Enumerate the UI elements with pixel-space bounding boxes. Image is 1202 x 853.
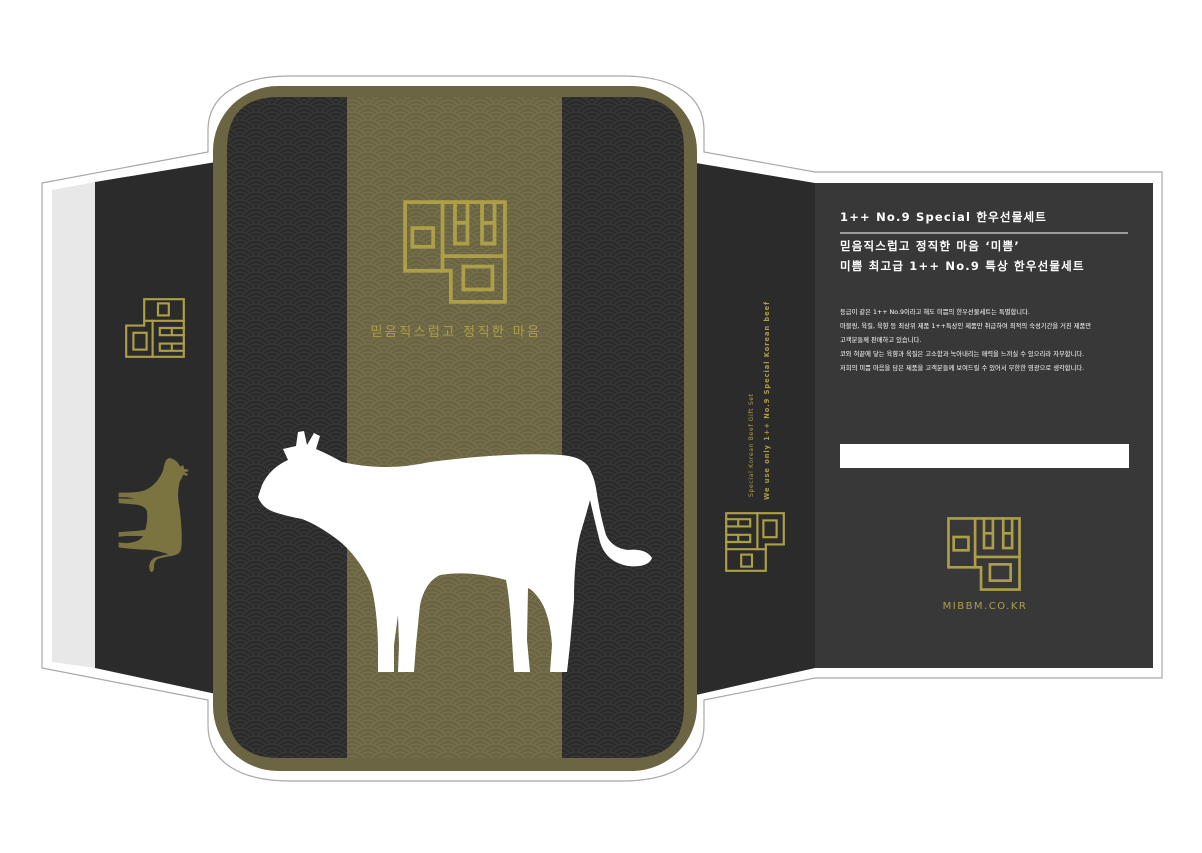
description-line: 고객분들께 판매하고 있습니다.	[840, 335, 921, 344]
side-caption-1: Special Korean Beef Gift Set	[748, 393, 755, 497]
side-caption-2: We use only 1++ No.9 Special Korean beef	[763, 301, 771, 500]
front-slogan: 믿음직스럽고 정직한 마음	[370, 325, 541, 340]
description-line: 저희의 미쁨 마음을 담은 제품을 고객분들께 보여드릴 수 있어서 무한한 영…	[840, 363, 1084, 372]
back-panel-background	[815, 183, 1153, 668]
left-side-flap	[52, 162, 216, 694]
description-line: 등급이 같은 1++ No.9이라고 해도 미쁨의 한우선물세트는 특별합니다.	[840, 307, 1030, 316]
left-side-panel	[95, 162, 216, 694]
front-left-band	[227, 97, 347, 758]
back-panel: 1++ No.9 Special 한우선물세트 믿음직스럽고 정직한 마음 ‘미…	[815, 183, 1153, 668]
back-title-line-2: 미쁨 최고급 1++ No.9 특상 한우선물세트	[840, 259, 1085, 273]
back-title-line-1: 믿음직스럽고 정직한 마음 ‘미쁨’	[840, 239, 1020, 253]
label-area	[840, 444, 1129, 468]
glue-flap	[52, 182, 95, 668]
gift-box-dieline: Special Korean Beef Gift Set We use only…	[41, 75, 1163, 782]
back-heading: 1++ No.9 Special 한우선물세트	[840, 210, 1047, 224]
right-side-flap: Special Korean Beef Gift Set We use only…	[696, 163, 815, 695]
website-url: MIBBM.CO.KR	[943, 601, 1028, 612]
front-panel: 믿음직스럽고 정직한 마음	[213, 86, 697, 771]
description-line: 마블링, 육질, 육향 등 최상위 제품 1++특상인 제품만 취급하여 최적의…	[840, 321, 1091, 330]
description-line: 코와 혀끝에 닿는 육향과 육질은 고소함과 녹아내리는 매력을 느끼실 수 있…	[840, 349, 1084, 358]
front-right-band	[562, 97, 684, 758]
right-side-panel	[696, 163, 815, 695]
